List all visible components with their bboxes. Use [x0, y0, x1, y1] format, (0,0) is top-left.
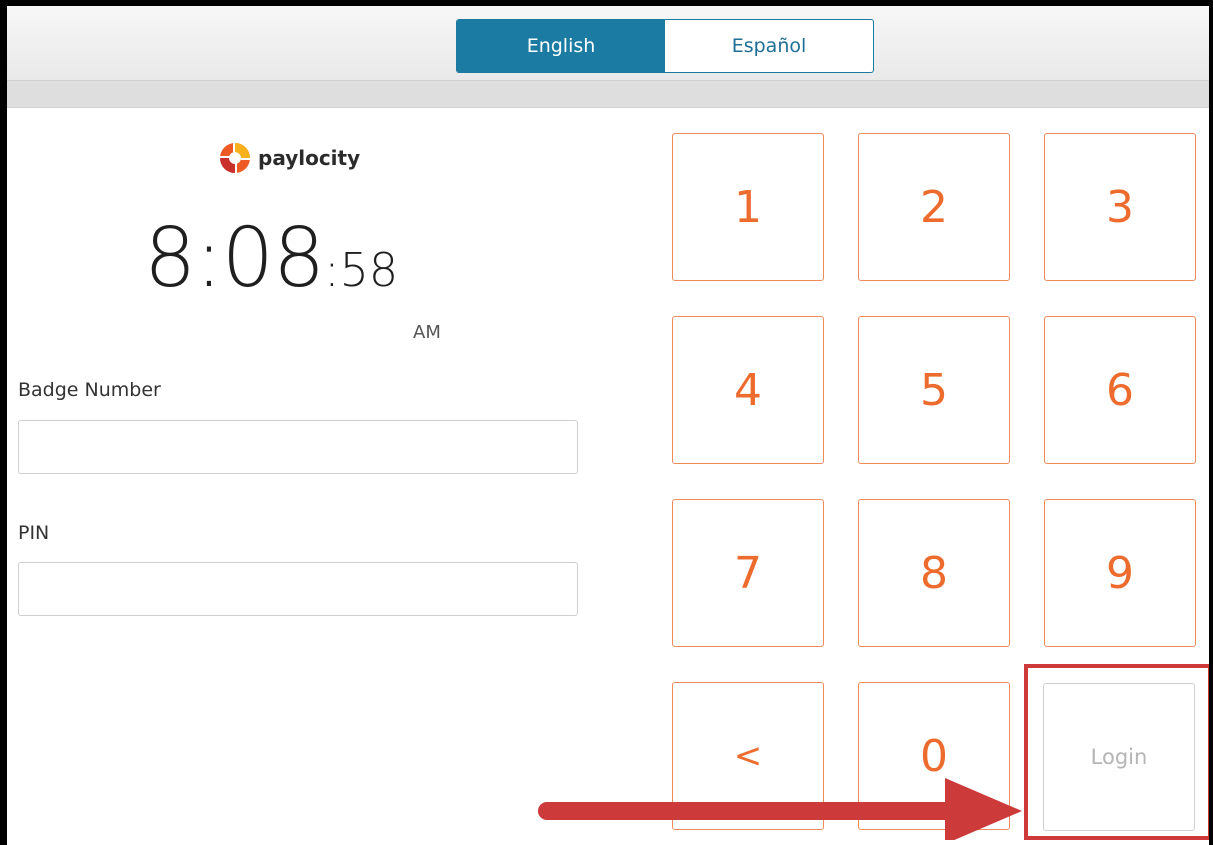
keypad-key-7[interactable]: 7	[672, 499, 824, 647]
clock-hours-minutes: 8:08	[144, 211, 325, 306]
keypad-key-0[interactable]: 0	[858, 682, 1010, 830]
keypad-key-6[interactable]: 6	[1044, 316, 1196, 464]
language-english-button[interactable]: English	[457, 20, 665, 72]
frame-border-right	[1209, 0, 1213, 845]
keypad-key-2[interactable]: 2	[858, 133, 1010, 281]
keypad-key-5[interactable]: 5	[858, 316, 1010, 464]
top-header-bar: English Español	[7, 6, 1209, 81]
keypad-key-9[interactable]: 9	[1044, 499, 1196, 647]
frame-border-left	[0, 0, 7, 845]
paylocity-logo-icon	[218, 141, 252, 175]
clock-ampm: AM	[413, 322, 441, 343]
kiosk-screen: English Español paylocity 8:08:58 AM Bad…	[0, 0, 1213, 845]
language-spanish-button[interactable]: Español	[665, 20, 873, 72]
badge-number-input[interactable]	[18, 420, 578, 474]
frame-border-top	[0, 0, 1213, 6]
keypad-key-1[interactable]: 1	[672, 133, 824, 281]
keypad-key-3[interactable]: 3	[1044, 133, 1196, 281]
login-button[interactable]: Login	[1043, 683, 1195, 831]
keypad-key-8[interactable]: 8	[858, 499, 1010, 647]
pin-input[interactable]	[18, 562, 578, 616]
header-subbar	[7, 81, 1209, 108]
logo-brand-text: paylocity	[258, 146, 361, 170]
language-toggle: English Español	[456, 19, 874, 73]
pin-label: PIN	[18, 522, 50, 544]
login-panel: paylocity 8:08:58 AM Badge Number PIN	[7, 108, 602, 845]
keypad-backspace-button[interactable]: <	[672, 682, 824, 830]
clock-display: 8:08:58	[144, 211, 398, 321]
clock-seconds: :58	[324, 243, 399, 297]
paylocity-logo: paylocity	[218, 141, 360, 175]
badge-number-label: Badge Number	[18, 379, 161, 401]
keypad-key-4[interactable]: 4	[672, 316, 824, 464]
